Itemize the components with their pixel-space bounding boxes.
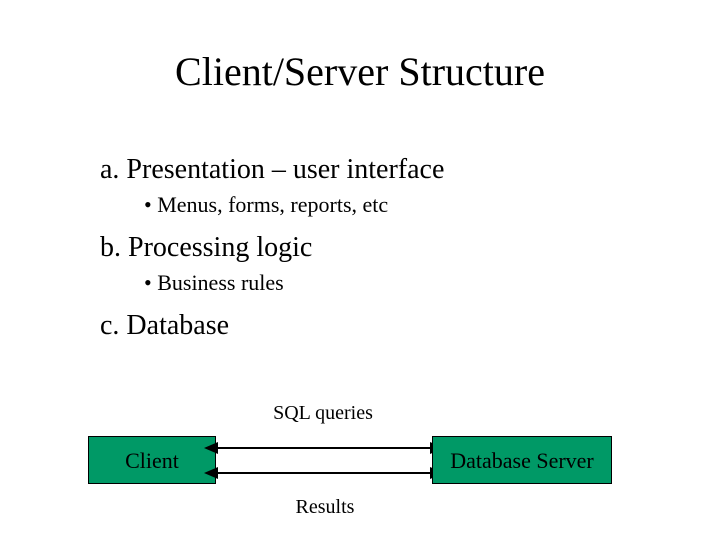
arrow-line-bottom	[218, 472, 432, 474]
slide: Client/Server Structure a. Presentation …	[0, 0, 720, 540]
arrow-head-left-icon	[204, 467, 218, 479]
arrow-label-top: SQL queries	[258, 402, 388, 425]
item-b: b. Processing logic	[100, 232, 620, 264]
arrow-label-bottom: Results	[280, 496, 370, 519]
item-c: c. Database	[100, 310, 620, 342]
slide-title: Client/Server Structure	[0, 48, 720, 95]
client-box: Client	[88, 436, 216, 484]
server-box: Database Server	[432, 436, 612, 484]
item-a-sub: Menus, forms, reports, etc	[144, 192, 620, 218]
item-b-sub: Business rules	[144, 270, 620, 296]
bullet-list: a. Presentation – user interface Menus, …	[100, 140, 620, 342]
item-a: a. Presentation – user interface	[100, 154, 620, 186]
diagram: SQL queries Client Database Server Resul…	[0, 380, 720, 540]
arrow-line-top	[216, 447, 430, 449]
